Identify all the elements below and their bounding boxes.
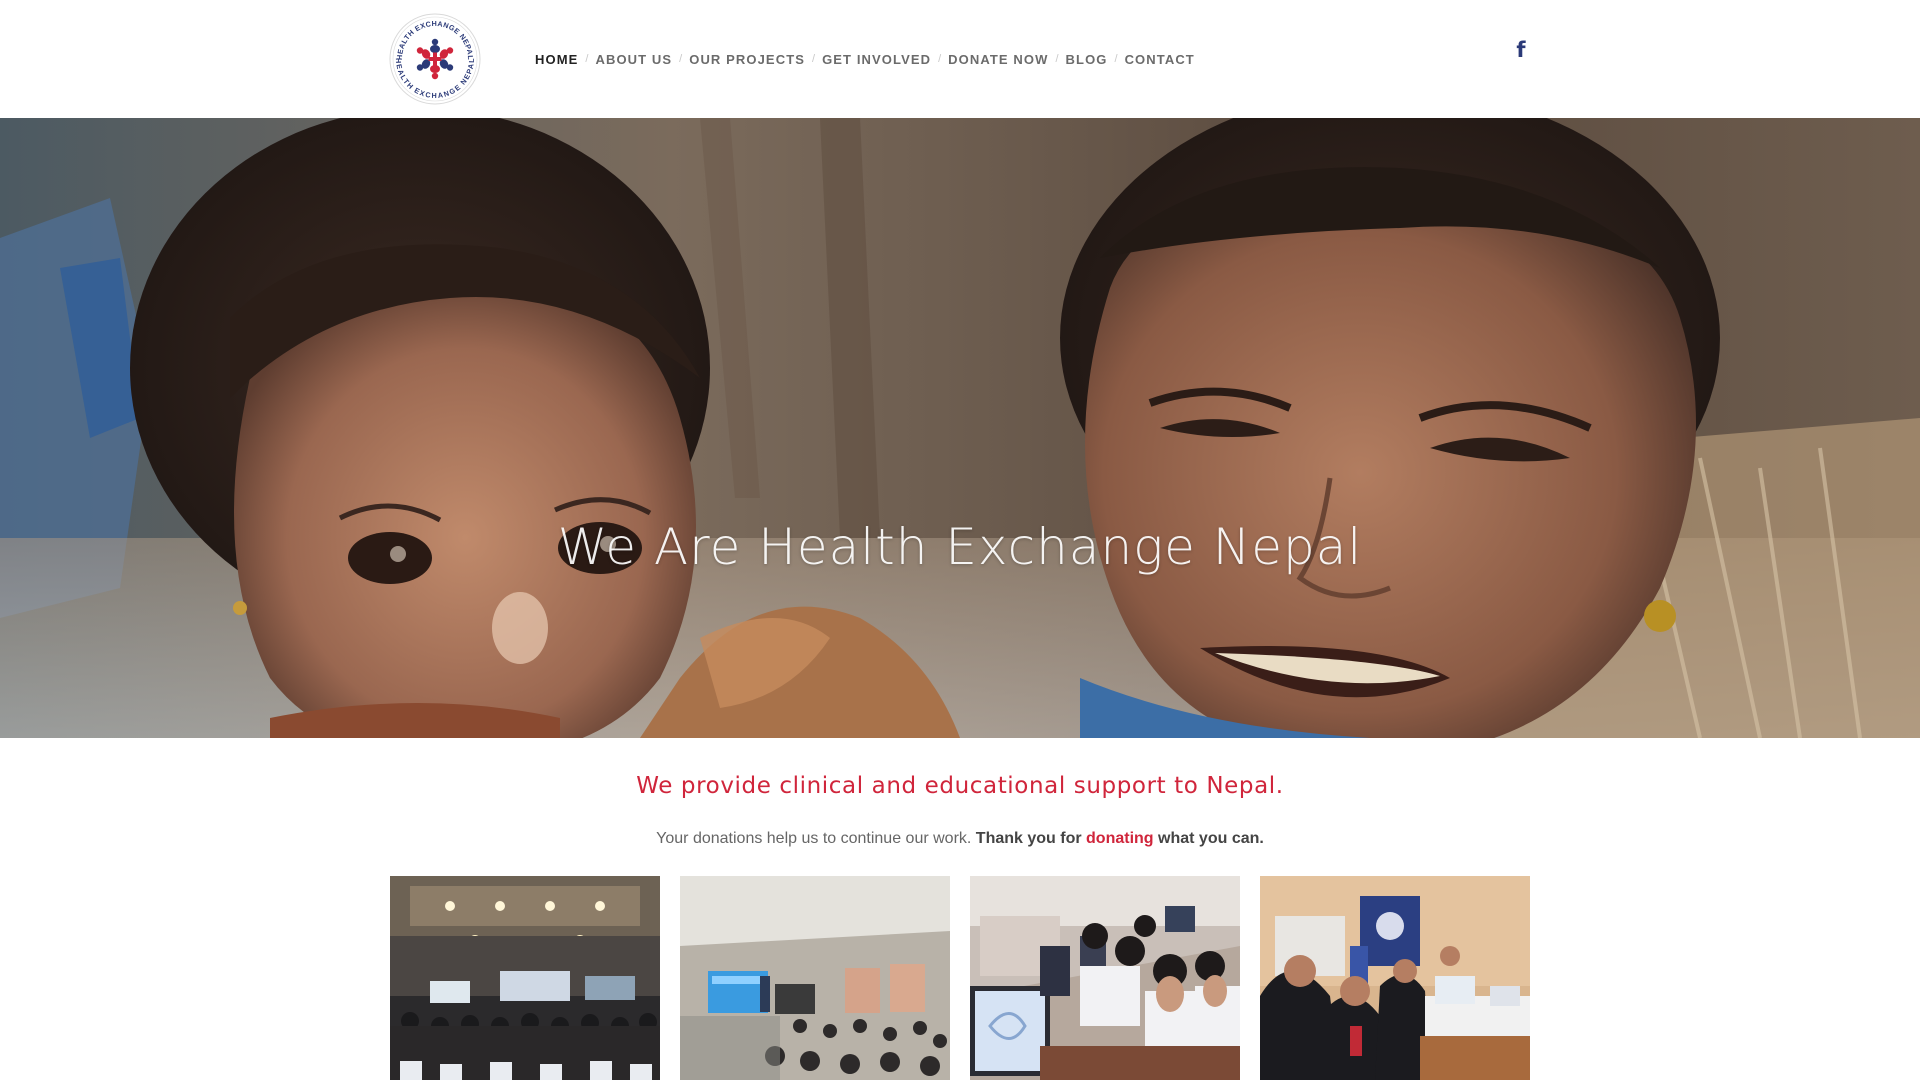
nav-item-contact[interactable]: CONTACT (1125, 52, 1195, 67)
gallery-image-computer-lab[interactable] (970, 876, 1240, 1080)
nav-separator: / (585, 53, 589, 65)
health-exchange-nepal-logo[interactable]: HEALTH EXCHANGE NEPAL HEALTH EXCHANGE NE… (388, 12, 482, 106)
nav-item-about-us[interactable]: ABOUT US (595, 52, 672, 67)
donation-message-text: Your donations help us to continue our w… (656, 830, 972, 847)
nav-separator: / (679, 53, 683, 65)
computer-lab-students-photo (970, 876, 1240, 1080)
nav-item-home[interactable]: HOME (535, 52, 578, 67)
equipment-demonstration-photo (1260, 876, 1530, 1080)
nav-item-blog[interactable]: BLOG (1066, 52, 1108, 67)
gallery-image-demonstration[interactable] (1260, 876, 1530, 1080)
hero-photo-mother-and-child (0, 118, 1920, 738)
tagline: We provide clinical and educational supp… (636, 773, 1284, 799)
nav-item-get-involved[interactable]: GET INVOLVED (822, 52, 931, 67)
thanks-text-start: Thank you for (975, 830, 1082, 847)
gallery-image-classroom[interactable] (680, 876, 950, 1080)
nav-separator: / (938, 53, 942, 65)
site-header: HEALTH EXCHANGE NEPAL HEALTH EXCHANGE NE… (0, 0, 1920, 118)
photo-gallery (390, 876, 1530, 1080)
thanks-text-end: what you can. (1158, 830, 1264, 847)
main-nav: HOME / ABOUT US / OUR PROJECTS / GET INVOLV… (535, 50, 1195, 68)
facebook-icon[interactable]: f (1512, 38, 1530, 62)
hero-banner: We Are Health Exchange Nepal (0, 118, 1920, 738)
nav-separator: / (1114, 53, 1118, 65)
nav-separator: / (812, 53, 816, 65)
donating-link[interactable]: donating (1086, 830, 1154, 847)
classroom-presentation-photo (680, 876, 950, 1080)
nav-separator: / (1055, 53, 1059, 65)
conference-hall-photo (390, 876, 660, 1080)
donation-message: Your donations help us to continue our w… (0, 830, 1920, 848)
nav-item-donate-now[interactable]: DONATE NOW (948, 52, 1048, 67)
hero-title: We Are Health Exchange Nepal (557, 518, 1363, 576)
gallery-image-conference[interactable] (390, 876, 660, 1080)
nav-item-our-projects[interactable]: OUR PROJECTS (689, 52, 805, 67)
